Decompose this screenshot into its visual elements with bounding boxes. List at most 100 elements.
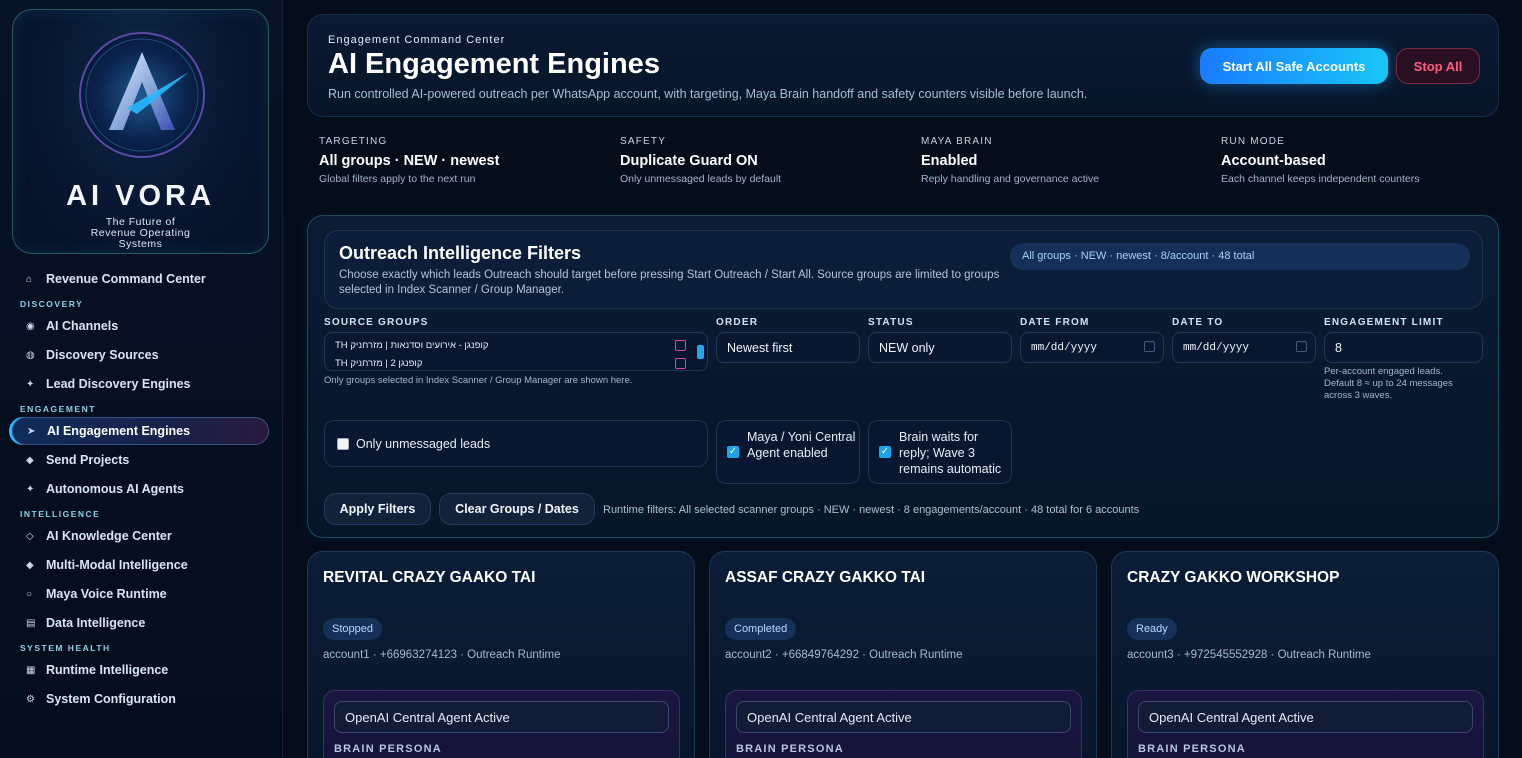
- stat-label: SAFETY: [620, 136, 667, 147]
- agent-status: OpenAI Central Agent Active: [334, 701, 669, 733]
- diamond-icon: ◆: [26, 454, 34, 466]
- brand-tagline: The Future of Revenue Operating Systems: [90, 216, 191, 250]
- sidebar-item-multi-modal-intelligence[interactable]: ◆ Multi-Modal Intelligence: [12, 551, 269, 579]
- nav-section-engagement: ENGAGEMENT: [20, 404, 96, 414]
- sidebar-item-revenue-command-center[interactable]: ⌂ Revenue Command Center: [12, 265, 269, 293]
- source-groups-scrollbar[interactable]: [697, 337, 704, 368]
- diamond-icon: ◆: [26, 559, 34, 571]
- date-from-label: DATE FROM: [1020, 317, 1090, 328]
- sidebar-item-ai-knowledge-center[interactable]: ◇ AI Knowledge Center: [12, 522, 269, 550]
- stat-value: All groups · NEW · newest: [319, 153, 500, 169]
- filters-description: Choose exactly which leads Outreach shou…: [339, 269, 1000, 296]
- calendar-icon[interactable]: [1144, 341, 1155, 352]
- brain-persona-label: BRAIN PERSONA: [736, 743, 844, 755]
- date-to-label: DATE TO: [1172, 317, 1224, 328]
- status-value: NEW only: [879, 340, 935, 355]
- order-select[interactable]: Newest first: [716, 332, 860, 363]
- clear-groups-dates-button[interactable]: Clear Groups / Dates: [439, 493, 595, 525]
- sidebar-item-runtime-intelligence[interactable]: ▦ Runtime Intelligence: [12, 656, 269, 684]
- filters-header: Outreach Intelligence Filters Choose exa…: [324, 230, 1483, 309]
- brain-panel: OpenAI Central Agent Active BRAIN PERSON…: [323, 690, 680, 758]
- date-from-input[interactable]: mm/dd/yyyy: [1020, 332, 1164, 363]
- sidebar-item-autonomous-ai-agents[interactable]: ✦ Autonomous AI Agents: [12, 475, 269, 503]
- stat-targeting: TARGETING All groups · NEW · newest Glob…: [319, 136, 609, 185]
- stat-note: Only unmessaged leads by default: [620, 173, 782, 185]
- sidebar-item-label: Send Projects: [46, 453, 130, 467]
- brain-waits-checkbox[interactable]: ✓: [879, 446, 891, 458]
- source-group-option[interactable]: TH קופנגן - אירועים וסדנאות | מזרחניק: [335, 340, 488, 351]
- only-unmessaged-toggle[interactable]: Only unmessaged leads: [324, 420, 708, 467]
- sidebar-item-label: Maya Voice Runtime: [46, 587, 167, 601]
- outreach-filters-panel: Outreach Intelligence Filters Choose exa…: [307, 215, 1499, 538]
- home-icon: ⌂: [26, 273, 33, 285]
- status-select[interactable]: NEW only: [868, 332, 1012, 363]
- source-group-option[interactable]: TH קופנגן 2 | מזרחניק: [335, 358, 422, 369]
- sources-icon: ◍: [26, 349, 35, 361]
- account-name: ASSAF CRAZY GAKKO TAI: [725, 569, 926, 586]
- account-name: REVITAL CRAZY GAAKO TAI: [323, 569, 536, 586]
- account-card: CRAZY GAKKO WORKSHOP Ready account3 · +9…: [1111, 551, 1499, 758]
- engagement-limit-input[interactable]: 8: [1324, 332, 1483, 363]
- sidebar-item-maya-voice-runtime[interactable]: ○ Maya Voice Runtime: [12, 580, 269, 608]
- stat-label: RUN MODE: [1221, 136, 1286, 147]
- stat-maya-brain: MAYA BRAIN Enabled Reply handling and go…: [921, 136, 1211, 185]
- brain-waits-label: Brain waits for reply; Wave 3 remains au…: [899, 430, 1002, 476]
- sidebar-item-label: AI Channels: [46, 319, 119, 333]
- sidebar-item-discovery-sources[interactable]: ◍ Discovery Sources: [12, 341, 269, 369]
- agent-status: OpenAI Central Agent Active: [736, 701, 1071, 733]
- apply-filters-button[interactable]: Apply Filters: [324, 493, 431, 525]
- maya-yoni-checkbox[interactable]: ✓: [727, 446, 739, 458]
- stop-all-button[interactable]: Stop All: [1396, 48, 1480, 84]
- stat-label: TARGETING: [319, 136, 388, 147]
- star-icon: ✦: [26, 483, 35, 495]
- sidebar-item-ai-engagement-engines[interactable]: ➤ AI Engagement Engines: [12, 417, 269, 445]
- sidebar-item-ai-channels[interactable]: ◉ AI Channels: [12, 312, 269, 340]
- calendar-icon[interactable]: [1296, 341, 1307, 352]
- brand-name: AI VORA: [66, 180, 215, 212]
- nav-section-system-health: SYSTEM HEALTH: [20, 643, 111, 653]
- sidebar-item-data-intelligence[interactable]: ▤ Data Intelligence: [12, 609, 269, 637]
- date-to-placeholder: mm/dd/yyyy: [1183, 341, 1250, 354]
- sidebar-item-label: Runtime Intelligence: [46, 663, 169, 677]
- circle-icon: ○: [26, 588, 33, 600]
- status-badge: Stopped: [323, 618, 382, 640]
- maya-yoni-toggle[interactable]: ✓ Maya / Yoni Central Agent enabled: [716, 420, 860, 484]
- order-value: Newest first: [727, 340, 793, 355]
- database-icon: ▤: [26, 617, 36, 629]
- scrollbar-thumb[interactable]: [697, 345, 704, 359]
- stat-note: Reply handling and governance active: [921, 173, 1100, 185]
- order-label: ORDER: [716, 317, 759, 328]
- sidebar-item-label: Lead Discovery Engines: [46, 377, 191, 391]
- runtime-filters-summary: Runtime filters: All selected scanner gr…: [603, 504, 1140, 516]
- engagement-limit-label: ENGAGEMENT LIMIT: [1324, 317, 1444, 328]
- stat-label: MAYA BRAIN: [921, 136, 993, 147]
- source-groups-select[interactable]: TH קופנגן - אירועים וסדנאות | מזרחניק TH…: [324, 332, 708, 371]
- source-group-checkbox[interactable]: [675, 358, 686, 369]
- filters-summary-pill: All groups · NEW · newest · 8/account · …: [1010, 243, 1470, 270]
- brain-persona-label: BRAIN PERSONA: [1138, 743, 1246, 755]
- brain-waits-toggle[interactable]: ✓ Brain waits for reply; Wave 3 remains …: [868, 420, 1012, 484]
- filters-title: Outreach Intelligence Filters: [339, 243, 582, 263]
- sidebar-item-label: Multi-Modal Intelligence: [46, 558, 188, 572]
- brain-panel: OpenAI Central Agent Active BRAIN PERSON…: [1127, 690, 1484, 758]
- sidebar-item-send-projects[interactable]: ◆ Send Projects: [12, 446, 269, 474]
- date-to-input[interactable]: mm/dd/yyyy: [1172, 332, 1316, 363]
- nav-section-discovery: DISCOVERY: [20, 299, 84, 309]
- grid-icon: ▦: [26, 664, 36, 676]
- only-unmessaged-checkbox[interactable]: [337, 438, 349, 450]
- sidebar-item-lead-discovery-engines[interactable]: ✦ Lead Discovery Engines: [12, 370, 269, 398]
- sidebar-item-system-configuration[interactable]: ⚙ System Configuration: [12, 685, 269, 713]
- ai-vora-logo: [79, 32, 205, 158]
- spark-icon: ✦: [26, 378, 35, 390]
- date-from-placeholder: mm/dd/yyyy: [1031, 341, 1098, 354]
- only-unmessaged-label: Only unmessaged leads: [356, 437, 491, 451]
- account-meta: account3 · +972545552928 · Outreach Runt…: [1127, 649, 1371, 661]
- source-group-checkbox[interactable]: [675, 340, 686, 351]
- diamond-outline-icon: ◇: [26, 530, 34, 542]
- start-all-safe-accounts-button[interactable]: Start All Safe Accounts: [1200, 48, 1388, 84]
- brand-card: AI VORA The Future of Revenue Operating …: [12, 9, 269, 254]
- page-subtitle: Run controlled AI-powered outreach per W…: [328, 87, 1088, 101]
- channels-icon: ◉: [26, 320, 35, 332]
- stat-value: Duplicate Guard ON: [620, 153, 758, 169]
- maya-yoni-label: Maya / Yoni Central Agent enabled: [747, 430, 856, 460]
